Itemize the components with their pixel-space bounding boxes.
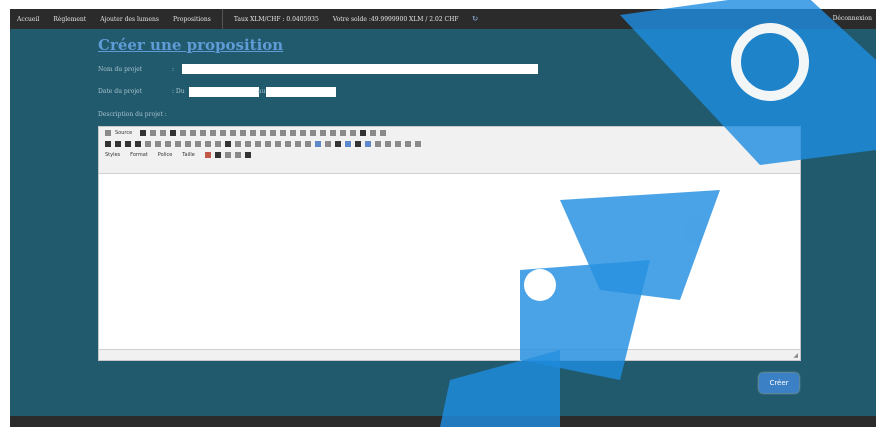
outdent-icon[interactable] <box>205 140 211 147</box>
align-left-icon[interactable] <box>245 140 251 147</box>
italic-icon[interactable] <box>115 140 121 147</box>
align-center-icon[interactable] <box>255 140 261 147</box>
bold-icon[interactable] <box>105 140 111 147</box>
templates-icon[interactable] <box>160 129 167 136</box>
strike-icon[interactable] <box>135 140 141 147</box>
indent-icon[interactable] <box>215 140 221 147</box>
table-icon[interactable] <box>365 140 371 147</box>
cut-icon[interactable] <box>190 129 197 136</box>
paste-icon[interactable] <box>210 129 217 136</box>
project-date-label: Date du projet <box>98 88 143 95</box>
unlink-icon[interactable] <box>325 140 331 147</box>
date-from-label: : Du <box>172 88 185 95</box>
smiley-icon[interactable] <box>385 140 391 147</box>
editor-content-area[interactable] <box>99 174 800 349</box>
hidden-field-icon[interactable] <box>380 129 387 136</box>
rich-text-editor: Source Styles Format Police Taille ◢ <box>98 126 801 361</box>
text-color-icon[interactable] <box>204 151 211 158</box>
undo-icon[interactable] <box>240 129 247 136</box>
paste-text-icon[interactable] <box>220 129 227 136</box>
maximize-icon[interactable] <box>224 151 231 158</box>
superscript-icon[interactable] <box>155 140 161 147</box>
spellcheck-icon[interactable] <box>290 129 297 136</box>
textarea-icon[interactable] <box>340 129 347 136</box>
special-char-icon[interactable] <box>395 140 401 147</box>
check-icon[interactable] <box>165 140 171 147</box>
image-icon[interactable] <box>345 140 351 147</box>
copy-icon[interactable] <box>200 129 207 136</box>
toolbar-row-2 <box>99 138 800 149</box>
date-from-input[interactable] <box>189 87 259 97</box>
flash-icon[interactable] <box>355 140 361 147</box>
logout-link[interactable]: Déconnexion <box>833 9 872 29</box>
font-dropdown[interactable]: Police <box>158 152 173 158</box>
nav-item-reglement[interactable]: Règlement <box>46 16 93 23</box>
date-to-input[interactable] <box>266 87 336 97</box>
preview-icon[interactable] <box>170 129 177 136</box>
align-right-icon[interactable] <box>265 140 271 147</box>
remove-format-icon[interactable] <box>175 140 181 147</box>
show-blocks-icon[interactable] <box>234 151 241 158</box>
editor-status-bar: ◢ <box>99 349 800 360</box>
nav-item-propositions[interactable]: Propositions <box>166 16 218 23</box>
ltr-icon[interactable] <box>285 140 291 147</box>
top-navigation-bar: Accueil Règlement Ajouter des lumens Pro… <box>10 9 876 29</box>
page-footer <box>10 416 876 427</box>
print-icon[interactable] <box>180 129 187 136</box>
source-icon <box>105 129 111 136</box>
radio-icon[interactable] <box>320 129 327 136</box>
redo-icon[interactable] <box>250 129 257 136</box>
textfield-icon[interactable] <box>330 129 337 136</box>
link-icon[interactable] <box>315 140 321 147</box>
project-name-colon: : <box>172 66 175 73</box>
language-icon[interactable] <box>305 140 311 147</box>
form-icon[interactable] <box>300 129 307 136</box>
nav-item-ajouter-lumens[interactable]: Ajouter des lumens <box>93 16 166 23</box>
project-name-label: Nom du projet <box>98 66 143 73</box>
resize-grip-icon[interactable]: ◢ <box>793 352 798 359</box>
new-page-icon[interactable] <box>150 129 157 136</box>
iframe-icon[interactable] <box>415 140 421 147</box>
source-button[interactable]: Source <box>115 130 132 136</box>
description-label: Description du projet : <box>98 111 167 118</box>
numbered-list-icon[interactable] <box>185 140 191 147</box>
project-name-input[interactable] <box>182 64 538 74</box>
button-field-icon[interactable] <box>360 129 367 136</box>
bulleted-list-icon[interactable] <box>195 140 201 147</box>
editor-toolbar: Source Styles Format Police Taille <box>99 127 800 174</box>
nav-divider <box>221 9 223 29</box>
horizontal-line-icon[interactable] <box>375 140 381 147</box>
rtl-icon[interactable] <box>295 140 301 147</box>
justify-icon[interactable] <box>275 140 281 147</box>
replace-icon[interactable] <box>270 129 277 136</box>
toolbar-row-1: Source <box>99 127 800 138</box>
nav-item-accueil[interactable]: Accueil <box>10 16 46 23</box>
div-icon[interactable] <box>235 140 241 147</box>
toolbar-row-3: Styles Format Police Taille <box>99 149 800 160</box>
page-break-icon[interactable] <box>405 140 411 147</box>
date-to-label: au <box>258 88 266 95</box>
refresh-icon[interactable]: ↻ <box>472 15 480 23</box>
background-color-icon[interactable] <box>214 151 221 158</box>
format-dropdown[interactable]: Format <box>130 152 148 158</box>
underline-icon[interactable] <box>125 140 131 147</box>
styles-dropdown[interactable]: Styles <box>105 152 120 158</box>
select-field-icon[interactable] <box>350 129 357 136</box>
create-button[interactable]: Créer <box>759 373 799 393</box>
subscript-icon[interactable] <box>145 140 151 147</box>
balance-text: Votre solde :49.9999900 XLM / 2.02 CHF <box>332 15 459 23</box>
size-dropdown[interactable]: Taille <box>182 152 195 158</box>
page-title: Créer une proposition <box>98 36 284 54</box>
select-all-icon[interactable] <box>280 129 287 136</box>
app-frame: Accueil Règlement Ajouter des lumens Pro… <box>10 9 876 427</box>
image-button-icon[interactable] <box>370 129 377 136</box>
save-icon[interactable] <box>140 129 147 136</box>
anchor-icon[interactable] <box>335 140 341 147</box>
help-icon[interactable] <box>244 151 251 158</box>
checkbox-icon[interactable] <box>310 129 317 136</box>
exchange-rate-text: Taux XLM/CHF : 0.0405935 <box>233 15 319 23</box>
find-icon[interactable] <box>260 129 267 136</box>
paste-word-icon[interactable] <box>230 129 237 136</box>
blockquote-icon[interactable] <box>225 140 231 147</box>
